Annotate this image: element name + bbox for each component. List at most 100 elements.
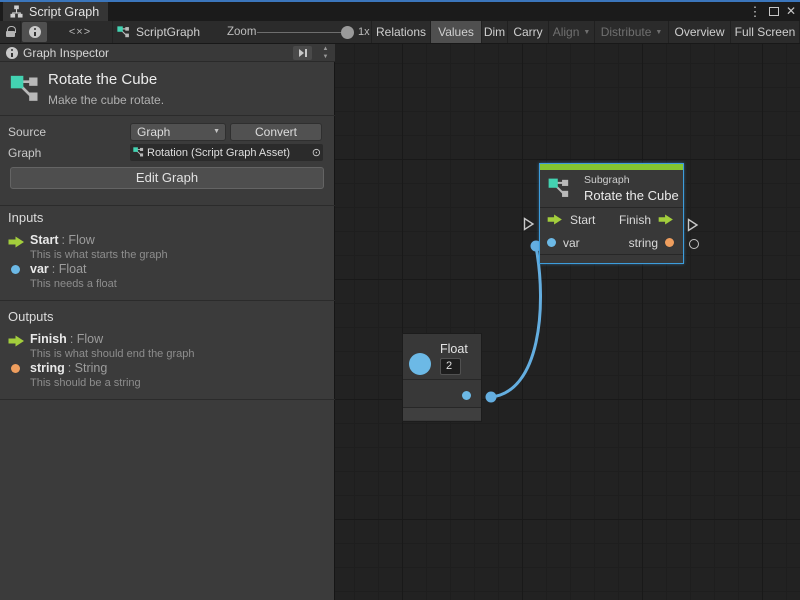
divider <box>0 300 335 301</box>
node-port-row: Start Finish <box>540 208 683 231</box>
tab-bar: Script Graph ⋮ ✕ <box>0 2 800 21</box>
string-port-icon <box>11 364 20 373</box>
external-flow-output-marker[interactable] <box>687 218 699 232</box>
inspector-header: Graph Inspector ▲ ▼ <box>0 44 335 62</box>
inspector-header-label: Graph Inspector <box>23 46 109 60</box>
graph-toolbar: <×> ScriptGraph Zoom 1x Relations Values… <box>0 21 800 44</box>
source-dropdown[interactable]: Graph ▼ <box>130 123 226 141</box>
edit-graph-button[interactable]: Edit Graph <box>10 167 324 189</box>
convert-button[interactable]: Convert <box>230 123 322 141</box>
connection-layer <box>335 44 800 600</box>
graph-title: Rotate the Cube <box>48 71 157 88</box>
source-label: Source <box>8 125 46 139</box>
outputs-header: Outputs <box>8 309 54 324</box>
port-label-var: var <box>563 236 580 250</box>
node-kind-label: Subgraph <box>584 174 630 186</box>
node-title: Float <box>440 342 468 356</box>
graph-canvas[interactable]: Subgraph Rotate the Cube Start Finish va… <box>335 44 800 600</box>
subgraph-node[interactable]: Subgraph Rotate the Cube Start Finish va… <box>539 163 684 264</box>
dock-icon <box>299 49 304 57</box>
script-graph-icon <box>133 147 144 158</box>
relations-toggle[interactable]: Relations <box>371 21 430 43</box>
carry-toggle[interactable]: Carry <box>507 21 548 43</box>
graph-summary: Make the cube rotate. <box>48 93 164 107</box>
string-port-icon[interactable] <box>665 238 674 247</box>
graph-inspector-panel: Graph Inspector ▲ ▼ Rotate the Cube Make… <box>0 44 335 600</box>
info-icon <box>29 26 41 38</box>
port-description: This is what should end the graph <box>30 348 195 360</box>
port-description: This needs a float <box>30 278 117 290</box>
tab-script-graph[interactable]: Script Graph <box>3 2 108 21</box>
info-icon <box>6 47 18 59</box>
divider <box>0 205 335 206</box>
port-entry-finish: Finish: Flow <box>30 332 103 346</box>
current-graph-label: ScriptGraph <box>117 21 200 43</box>
wire-endpoint-float-output[interactable] <box>486 392 497 403</box>
dock-panel-button[interactable] <box>293 46 312 60</box>
flow-port-icon <box>8 335 25 347</box>
zoom-value: 1x <box>358 21 370 43</box>
kebab-menu-icon[interactable]: ⋮ <box>748 2 762 21</box>
distribute-menu-button[interactable]: Distribute▼ <box>594 21 668 43</box>
node-footer <box>540 254 683 260</box>
full-screen-button[interactable]: Full Screen <box>730 21 800 43</box>
float-literal-node[interactable]: Float 2 <box>402 333 482 422</box>
chevron-down-icon: ▼ <box>655 29 662 36</box>
value-port-icon[interactable] <box>547 238 556 247</box>
divider <box>0 399 335 400</box>
graph-name: ScriptGraph <box>136 25 200 39</box>
port-entry-start: Start: Flow <box>30 233 95 247</box>
node-footer <box>403 408 481 420</box>
code-preview-button[interactable]: <×> <box>48 21 113 43</box>
inspector-toggle-button[interactable] <box>22 22 47 42</box>
port-description: This is what starts the graph <box>30 249 168 261</box>
port-description: This should be a string <box>30 377 141 389</box>
port-label-start: Start <box>570 213 595 227</box>
flow-port-icon[interactable] <box>547 214 563 225</box>
node-port-row: var string <box>540 231 683 254</box>
graph-hierarchy-icon <box>10 5 23 18</box>
flow-port-icon[interactable] <box>658 214 674 225</box>
float-type-icon <box>409 353 431 375</box>
zoom-slider-handle[interactable] <box>341 26 354 39</box>
divider <box>0 115 335 116</box>
port-entry-string: string: String <box>30 361 107 375</box>
node-title: Rotate the Cube <box>584 188 679 203</box>
values-toggle[interactable]: Values <box>430 21 481 43</box>
close-icon[interactable]: ✕ <box>784 2 798 21</box>
chevron-down-icon: ▼ <box>213 124 220 140</box>
float-value-field[interactable]: 2 <box>440 358 461 375</box>
connection-wire[interactable] <box>491 247 541 397</box>
tab-label: Script Graph <box>29 5 99 19</box>
port-label-string: string <box>629 236 658 250</box>
flow-port-icon <box>8 236 25 248</box>
dim-toggle[interactable]: Dim <box>481 21 507 43</box>
script-graph-icon <box>548 178 570 200</box>
lock-icon <box>6 31 15 37</box>
zoom-slider-track[interactable] <box>257 32 348 33</box>
object-picker-icon[interactable]: ⊙ <box>312 146 321 159</box>
overview-button[interactable]: Overview <box>668 21 730 43</box>
node-port-row <box>403 380 481 408</box>
inputs-header: Inputs <box>8 210 43 225</box>
maximize-icon[interactable] <box>767 2 781 21</box>
value-port-icon[interactable] <box>462 391 471 400</box>
graph-field-label: Graph <box>8 146 41 160</box>
scroll-up-icon[interactable]: ▲ <box>319 45 332 53</box>
align-menu-button[interactable]: Align▼ <box>548 21 594 43</box>
graph-object-value: Rotation (Script Graph Asset) <box>147 147 290 159</box>
node-header: Float 2 <box>403 334 481 380</box>
panel-scroll-arrows[interactable]: ▲ ▼ <box>319 45 332 61</box>
source-dropdown-value: Graph <box>137 125 170 139</box>
script-graph-asset-icon <box>10 75 40 105</box>
graph-object-field[interactable]: Rotation (Script Graph Asset) ⊙ <box>130 144 323 161</box>
chevron-down-icon: ▼ <box>583 29 590 36</box>
unity-script-graph-window: Script Graph ⋮ ✕ <×> ScriptGraph Zoom 1x… <box>0 0 800 600</box>
port-entry-var: var: Float <box>30 262 87 276</box>
script-graph-icon <box>117 26 130 39</box>
external-value-output-marker[interactable] <box>689 239 699 249</box>
code-icon: <×> <box>69 26 91 38</box>
scroll-down-icon[interactable]: ▼ <box>319 53 332 61</box>
lock-button[interactable] <box>0 21 21 43</box>
external-flow-input-marker[interactable] <box>523 217 535 231</box>
